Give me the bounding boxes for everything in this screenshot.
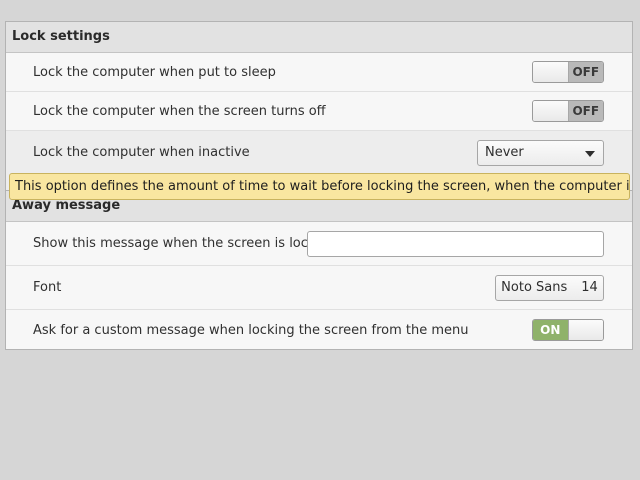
lock-on-sleep-label: Lock the computer when put to sleep xyxy=(33,64,276,80)
lock-settings-header: Lock settings xyxy=(6,22,632,53)
row-custom-message: Ask for a custom message when locking th… xyxy=(6,310,632,350)
switch-knob xyxy=(533,62,569,82)
switch-state-text: OFF xyxy=(568,62,603,82)
dropdown-value: Never xyxy=(485,145,524,160)
row-lock-on-sleep: Lock the computer when put to sleep OFF xyxy=(6,53,632,92)
font-label: Font xyxy=(33,280,62,295)
show-message-label: Show this message when the screen is loc… xyxy=(33,236,332,251)
away-message-input[interactable] xyxy=(307,230,604,257)
inactive-delay-dropdown[interactable]: Never xyxy=(477,140,604,166)
chevron-down-icon xyxy=(585,151,595,157)
custom-message-label: Ask for a custom message when locking th… xyxy=(33,322,469,338)
row-font: Font Noto Sans 14 xyxy=(6,266,632,310)
lock-on-screen-off-switch[interactable]: OFF xyxy=(532,100,604,122)
row-lock-on-screen-off: Lock the computer when the screen turns … xyxy=(6,92,632,131)
custom-message-switch[interactable]: ON xyxy=(532,319,604,341)
lock-on-sleep-switch[interactable]: OFF xyxy=(532,61,604,83)
row-show-message: Show this message when the screen is loc… xyxy=(6,222,632,266)
switch-knob xyxy=(533,101,569,121)
lock-on-inactive-label: Lock the computer when inactive xyxy=(33,145,250,160)
inactive-delay-tooltip: This option defines the amount of time t… xyxy=(9,173,630,200)
switch-state-text: OFF xyxy=(568,101,603,121)
away-message-panel: Away message Show this message when the … xyxy=(5,190,633,350)
switch-knob xyxy=(567,320,603,340)
font-chooser-button[interactable]: Noto Sans 14 xyxy=(495,274,604,301)
lock-on-screen-off-label: Lock the computer when the screen turns … xyxy=(33,103,326,119)
font-size: 14 xyxy=(581,280,598,295)
font-name: Noto Sans xyxy=(501,280,568,295)
lock-settings-panel: Lock settings Lock the computer when put… xyxy=(5,21,633,191)
switch-state-text: ON xyxy=(533,320,568,340)
